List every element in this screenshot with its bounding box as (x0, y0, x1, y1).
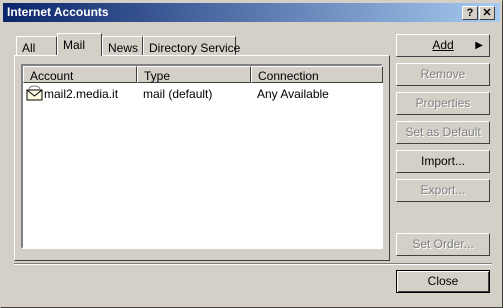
tab-label: News (108, 41, 139, 55)
tab-news[interactable]: News (102, 36, 143, 56)
triangle-right-icon: ▶ (475, 40, 483, 51)
tab-label: Directory Service (149, 41, 241, 55)
column-header-connection[interactable]: Connection (251, 66, 383, 83)
add-label: Add (432, 38, 454, 52)
tab-mail[interactable]: Mail (57, 33, 102, 56)
account-connection: Any Available (257, 87, 329, 101)
column-header-account[interactable]: Account (23, 66, 137, 83)
set-as-default-button[interactable]: Set as Default (396, 121, 490, 144)
close-button[interactable]: Close (396, 270, 490, 293)
import-button[interactable]: Import... (396, 150, 490, 173)
add-button[interactable]: Add ▶ (396, 34, 490, 57)
window-title: Internet Accounts (7, 5, 109, 19)
title-bar[interactable]: Internet Accounts ? ✕ (3, 3, 500, 22)
tab-all[interactable]: All (16, 36, 57, 56)
tab-label: All (22, 41, 36, 55)
tab-label: Mail (63, 38, 86, 52)
close-window-button[interactable]: ✕ (479, 6, 495, 20)
internet-accounts-window: Internet Accounts ? ✕ All Mail News Dire… (0, 0, 503, 308)
properties-button[interactable]: Properties (396, 92, 490, 115)
set-order-button[interactable]: Set Order... (396, 233, 490, 256)
account-type: mail (default) (143, 87, 213, 101)
account-name: mail2.media.it (44, 87, 119, 101)
tab-directory-service[interactable]: Directory Service (143, 36, 240, 56)
export-button[interactable]: Export... (396, 179, 490, 202)
help-button[interactable]: ? (462, 6, 478, 20)
accounts-list[interactable]: Account Type Connection mail2.media.it m… (21, 64, 383, 249)
mail-account-icon (26, 85, 44, 104)
column-header-type[interactable]: Type (137, 66, 251, 83)
separator (14, 263, 492, 265)
remove-button[interactable]: Remove (396, 63, 490, 86)
